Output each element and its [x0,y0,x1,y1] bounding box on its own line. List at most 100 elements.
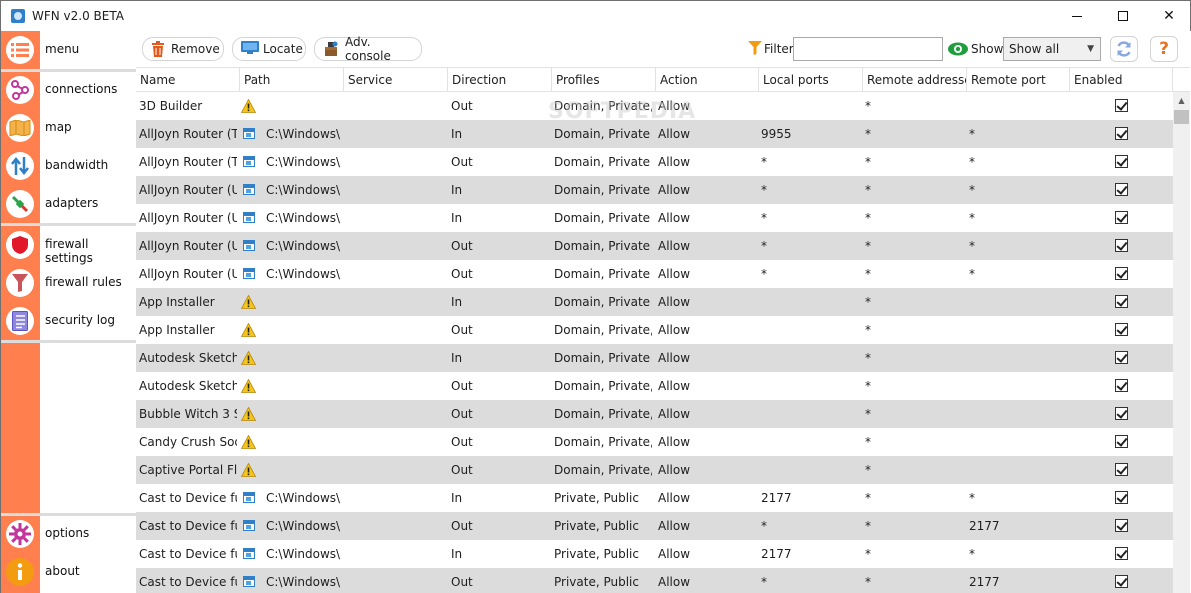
table-row[interactable]: 3D Builder Out Domain, Private, Public Allo… [136,92,1173,120]
enabled-checkbox[interactable] [1115,351,1128,364]
cell-path: C:\Windows\system32\svchost.exe [266,211,340,225]
adv-console-button[interactable]: Adv. console [314,35,422,63]
table-row[interactable]: AllJoyn Router (UDP-In) C:\Windows\system… [136,176,1173,204]
enabled-checkbox[interactable] [1115,491,1128,504]
vertical-scrollbar[interactable]: ▲ [1173,92,1190,593]
sidebar-item-menu[interactable]: menu [1,31,136,69]
sidebar-item-map[interactable]: map [1,109,136,147]
table-row[interactable]: AllJoyn Router (TCP-In) C:\Windows\system… [136,120,1173,148]
column-header-path[interactable]: Path [240,68,344,92]
cell-remote-port [969,456,1065,484]
column-header-profiles[interactable]: Profiles [552,68,656,92]
cell-remote-port: * [969,491,975,505]
cell-local-ports: * [761,575,767,589]
column-header-name[interactable]: Name [136,68,240,92]
cell-service [348,260,444,288]
cell-remote-addresses: * [865,379,871,393]
cell-name: Captive Portal Flow [139,463,237,477]
warning-icon [241,379,256,393]
sidebar-item-security-log[interactable]: security log [1,302,136,340]
enabled-checkbox[interactable] [1115,267,1128,280]
cell-profiles: Domain, Private, Public [554,379,652,393]
table-row[interactable]: Captive Portal Flow Out Domain, Private, P… [136,456,1173,484]
table-row[interactable]: App Installer Out Domain, Private, Public A… [136,316,1173,344]
cell-remote-port [969,344,1065,372]
table-row[interactable]: Bubble Witch 3 Saga Out Domain, Private, P… [136,400,1173,428]
table-row[interactable]: Cast to Device functionality C:\Windows\s… [136,512,1173,540]
table-row[interactable]: Cast to Device functionality C:\Windows\s… [136,484,1173,512]
cell-remote-addresses: * [865,547,871,561]
cell-direction: In [451,183,463,197]
sidebar-item-adapters[interactable]: adapters [1,185,136,223]
table-row[interactable]: Autodesk SketchBook In Domain, Private Allo… [136,344,1173,372]
enabled-checkbox[interactable] [1115,463,1128,476]
sidebar-item-label: firewall rules [45,275,122,289]
menu-list-icon [6,36,34,64]
remove-button-label: Remove [171,42,220,56]
maximize-button[interactable] [1100,1,1146,31]
enabled-checkbox[interactable] [1115,155,1128,168]
column-header-remote-port[interactable]: Remote port [967,68,1070,92]
table-row[interactable]: Cast to Device functionality C:\Windows\s… [136,540,1173,568]
enabled-checkbox[interactable] [1115,435,1128,448]
column-header-action[interactable]: Action [656,68,759,92]
cell-profiles: Domain, Private [554,183,651,197]
enabled-checkbox[interactable] [1115,519,1128,532]
show-select[interactable]: Show all ▼ [1003,37,1101,61]
cell-path [266,428,340,456]
enabled-checkbox[interactable] [1115,127,1128,140]
table-row[interactable]: Autodesk SketchBook Out Domain, Private, P… [136,372,1173,400]
monitor-icon [241,41,259,57]
table-row[interactable]: AllJoyn Router (UDP-Out) C:\Windows\syste… [136,260,1173,288]
cell-direction: Out [451,575,473,589]
enabled-checkbox[interactable] [1115,379,1128,392]
scroll-thumb[interactable] [1174,110,1189,124]
sidebar-item-about[interactable]: about [1,553,136,591]
enabled-checkbox[interactable] [1115,407,1128,420]
table-row[interactable]: Cast to Device functionality C:\Windows\s… [136,568,1173,593]
cell-remote-addresses: * [865,211,871,225]
sidebar-item-firewall-settings[interactable]: firewall settings [1,226,136,265]
table-row[interactable]: AllJoyn Router (UDP-Out) C:\Windows\syste… [136,232,1173,260]
enabled-checkbox[interactable] [1115,239,1128,252]
enabled-checkbox[interactable] [1115,211,1128,224]
cell-service [348,512,444,540]
enabled-checkbox[interactable] [1115,575,1128,588]
cell-path: C:\Windows\system32\mdeserver.exe [266,519,340,533]
enabled-checkbox[interactable] [1115,323,1128,336]
table-row[interactable]: Candy Crush Soda Saga Out Domain, Private,… [136,428,1173,456]
enabled-checkbox[interactable] [1115,295,1128,308]
cell-name: App Installer [139,323,215,337]
cell-remote-port [969,92,1065,120]
executable-icon [243,184,255,195]
cell-direction: Out [451,155,473,169]
sidebar-item-bandwidth[interactable]: bandwidth [1,147,136,185]
column-header-remote-addresses[interactable]: Remote addresses [863,68,967,92]
minimize-button[interactable] [1054,1,1100,31]
column-header-local-ports[interactable]: Local ports [759,68,863,92]
table-row[interactable]: App Installer In Domain, Private Allow * [136,288,1173,316]
help-question-icon: ? [1159,39,1169,59]
cell-path: C:\Windows\system32\svchost.exe [266,127,340,141]
remove-button[interactable]: Remove [142,37,224,61]
executable-icon [243,268,255,279]
help-button[interactable]: ? [1150,36,1178,62]
sidebar-item-firewall-rules[interactable]: firewall rules [1,264,136,302]
close-button[interactable]: ✕ [1146,1,1191,31]
locate-button[interactable]: Locate [232,37,306,61]
sidebar-item-options[interactable]: options [1,515,136,553]
table-row[interactable]: AllJoyn Router (TCP-Out) C:\Windows\syste… [136,148,1173,176]
column-header-service[interactable]: Service [344,68,448,92]
table-row[interactable]: AllJoyn Router (UDP-In) C:\Windows\system… [136,204,1173,232]
sidebar-item-connections[interactable]: connections [1,71,136,109]
cell-remote-addresses: * [865,127,871,141]
enabled-checkbox[interactable] [1115,547,1128,560]
cell-remote-port: * [969,239,975,253]
refresh-button[interactable] [1110,36,1138,62]
column-header-enabled[interactable]: Enabled [1070,68,1173,92]
enabled-checkbox[interactable] [1115,99,1128,112]
column-header-direction[interactable]: Direction [448,68,552,92]
enabled-checkbox[interactable] [1115,183,1128,196]
filter-input[interactable] [793,37,943,61]
scroll-up-icon[interactable]: ▲ [1173,92,1190,109]
